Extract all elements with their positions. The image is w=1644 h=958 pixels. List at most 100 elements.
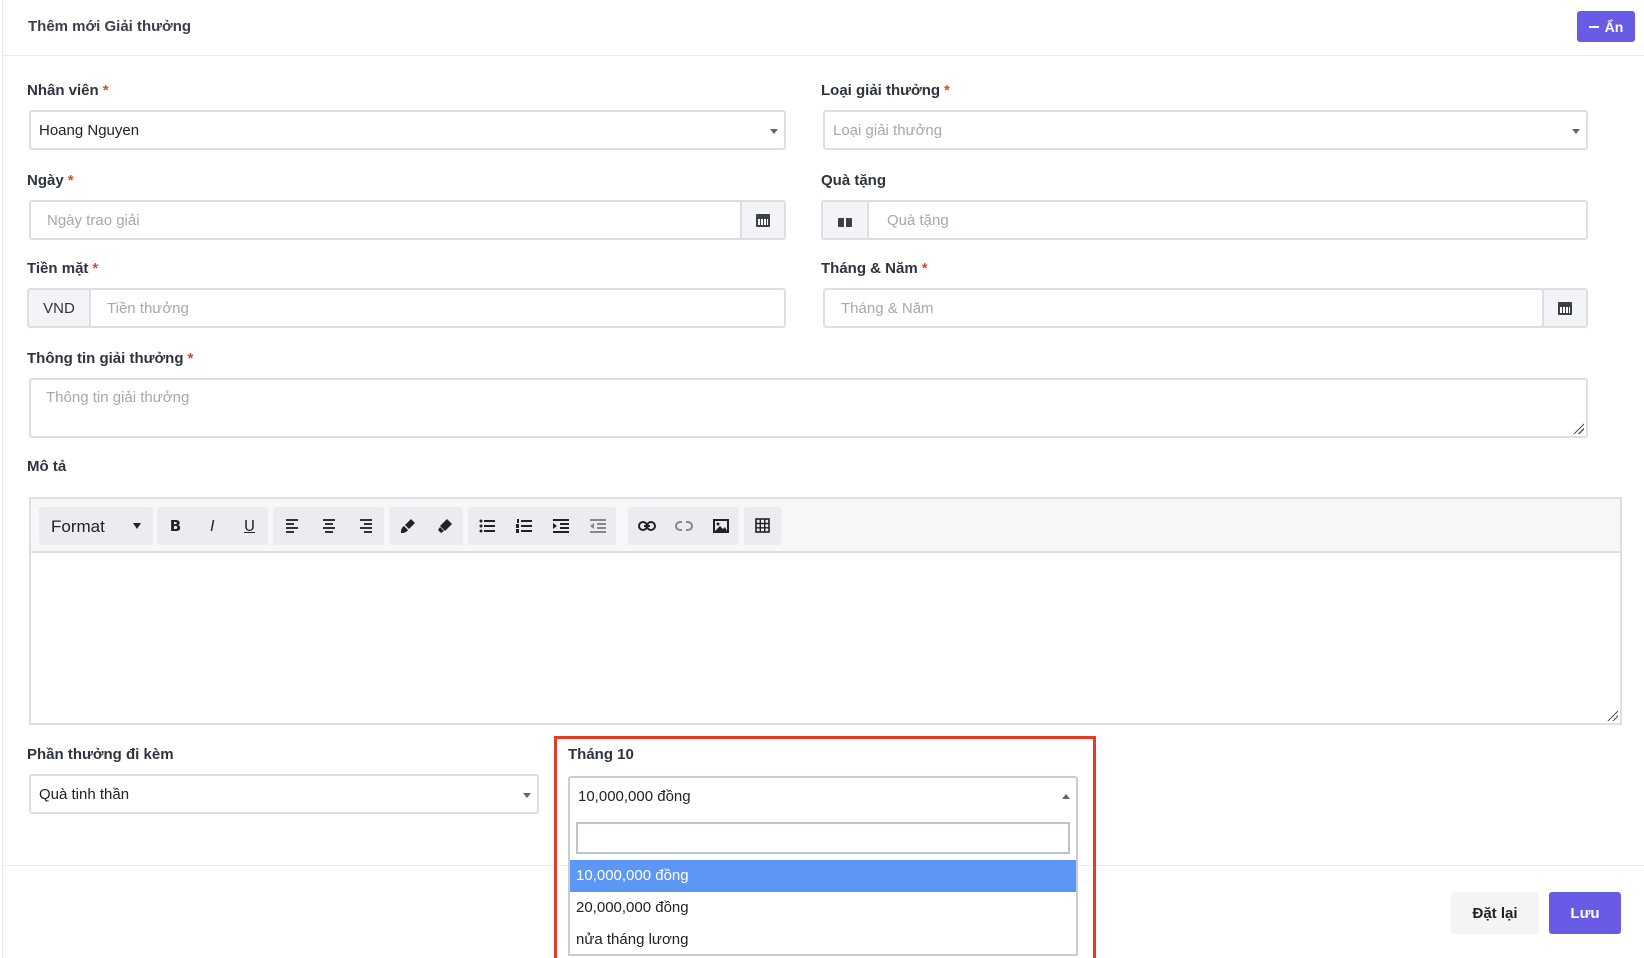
description-editor: Format B I U [29, 497, 1622, 725]
date-input[interactable]: Ngày trao giải [29, 200, 786, 240]
employee-label-text: Nhân viên [27, 82, 99, 99]
numbered-list-icon [515, 519, 532, 533]
italic-button[interactable]: I [194, 507, 231, 545]
month-year-label-text: Tháng & Năm [821, 260, 918, 277]
caret-down-icon [133, 523, 141, 529]
dropdown-option[interactable]: nửa tháng lương [570, 924, 1076, 956]
link-group [628, 507, 739, 545]
description-label-text: Mô tả [27, 458, 67, 475]
underline-button[interactable]: U [231, 507, 268, 545]
gift-icon [838, 214, 852, 227]
month10-value: 10,000,000 đồng [578, 788, 691, 805]
gift-input[interactable]: Quà tặng [821, 200, 1588, 240]
format-dropdown[interactable]: Format [39, 507, 153, 545]
link-button[interactable] [628, 507, 665, 545]
text-style-group: B I U [157, 507, 268, 545]
dropdown-search-input[interactable] [576, 822, 1070, 854]
indent-button[interactable] [542, 507, 579, 545]
month10-label: Tháng 10 [568, 746, 634, 763]
extra-reward-value: Quà tinh thần [39, 786, 130, 803]
chevron-down-icon [523, 793, 531, 798]
list-group [468, 507, 616, 545]
date-label: Ngày * [27, 172, 74, 189]
bullet-list-icon [479, 519, 495, 533]
gift-placeholder: Quà tặng [887, 212, 949, 229]
outdent-button[interactable] [579, 507, 616, 545]
month-year-picker-button[interactable] [1542, 290, 1586, 326]
currency-label: VND [43, 299, 75, 317]
award-type-placeholder: Loại giải thưởng [833, 122, 943, 139]
description-label: Mô tả [27, 458, 66, 475]
dropdown-option[interactable]: 20,000,000 đồng [570, 892, 1076, 924]
outdent-icon [589, 519, 606, 533]
award-type-label-text: Loại giải thưởng [821, 82, 941, 99]
required-mark: * [944, 82, 950, 99]
image-button[interactable] [702, 507, 739, 545]
align-right-button[interactable] [347, 507, 384, 545]
save-button[interactable]: Lưu [1549, 892, 1621, 934]
award-info-textarea[interactable]: Thông tin giải thưởng [29, 378, 1588, 438]
align-group [273, 507, 384, 545]
numbered-list-button[interactable] [505, 507, 542, 545]
minus-icon [1588, 25, 1599, 28]
hide-button-label: Ẩn [1604, 18, 1624, 35]
reset-button-label: Đặt lại [1472, 904, 1518, 922]
bold-button[interactable]: B [157, 507, 194, 545]
align-left-button[interactable] [273, 507, 310, 545]
month10-dropdown: 10,000,000 đồng 20,000,000 đồng nửa thán… [568, 816, 1078, 956]
unlink-button[interactable] [665, 507, 702, 545]
chevron-up-icon [1062, 794, 1070, 799]
cash-placeholder: Tiền thưởng [107, 300, 189, 317]
required-mark: * [102, 82, 109, 99]
cash-label-text: Tiền mặt [27, 260, 89, 277]
bullet-list-button[interactable] [468, 507, 505, 545]
format-label: Format [51, 517, 105, 536]
month-year-placeholder: Tháng & Năm [841, 300, 934, 317]
brush-icon [400, 519, 415, 533]
month10-select[interactable]: 10,000,000 đồng [568, 776, 1078, 818]
panel-title: Thêm mới Giải thưởng [28, 18, 192, 35]
gift-addon [823, 202, 869, 238]
employee-select[interactable]: Hoang Nguyen [29, 110, 786, 150]
hide-button[interactable]: Ẩn [1577, 11, 1635, 42]
italic-icon: I [210, 517, 215, 535]
gift-label: Quà tặng [821, 172, 886, 189]
award-info-placeholder: Thông tin giải thưởng [46, 389, 190, 406]
calendar-icon [1558, 301, 1572, 315]
required-mark: * [92, 260, 99, 277]
required-mark: * [67, 172, 74, 189]
employee-value: Hoang Nguyen [39, 122, 140, 139]
underline-icon: U [244, 517, 255, 535]
dropdown-option[interactable]: 10,000,000 đồng [570, 860, 1076, 892]
chevron-down-icon [1572, 129, 1580, 134]
align-center-icon [322, 519, 335, 533]
clear-format-button[interactable] [426, 507, 463, 545]
award-info-label-text: Thông tin giải thưởng [27, 350, 184, 367]
extra-reward-select[interactable]: Quà tinh thần [29, 774, 539, 814]
currency-addon: VND [29, 290, 91, 326]
table-button[interactable] [744, 507, 781, 545]
unlink-icon [674, 521, 693, 531]
month-year-input[interactable]: Tháng & Năm [823, 288, 1588, 328]
resize-handle[interactable] [1572, 422, 1584, 434]
table-group [744, 507, 781, 545]
align-left-icon [285, 519, 298, 533]
cash-input[interactable]: VND Tiền thưởng [27, 288, 786, 328]
bold-icon: B [169, 517, 182, 535]
calendar-icon [756, 213, 770, 227]
date-picker-button[interactable] [740, 202, 784, 238]
align-right-icon [359, 519, 372, 533]
required-mark: * [187, 350, 194, 367]
gift-label-text: Quà tặng [821, 172, 887, 189]
resize-handle[interactable] [1606, 709, 1618, 721]
editor-toolbar: Format B I U [31, 499, 1620, 553]
image-icon [712, 519, 729, 533]
reset-button[interactable]: Đặt lại [1451, 892, 1539, 934]
format-painter-button[interactable] [389, 507, 426, 545]
format-painter-group [389, 507, 463, 545]
award-type-select[interactable]: Loại giải thưởng [823, 110, 1588, 150]
table-icon [754, 518, 770, 533]
align-center-button[interactable] [310, 507, 347, 545]
cash-label: Tiền mặt * [27, 260, 98, 277]
date-label-text: Ngày [27, 172, 64, 189]
